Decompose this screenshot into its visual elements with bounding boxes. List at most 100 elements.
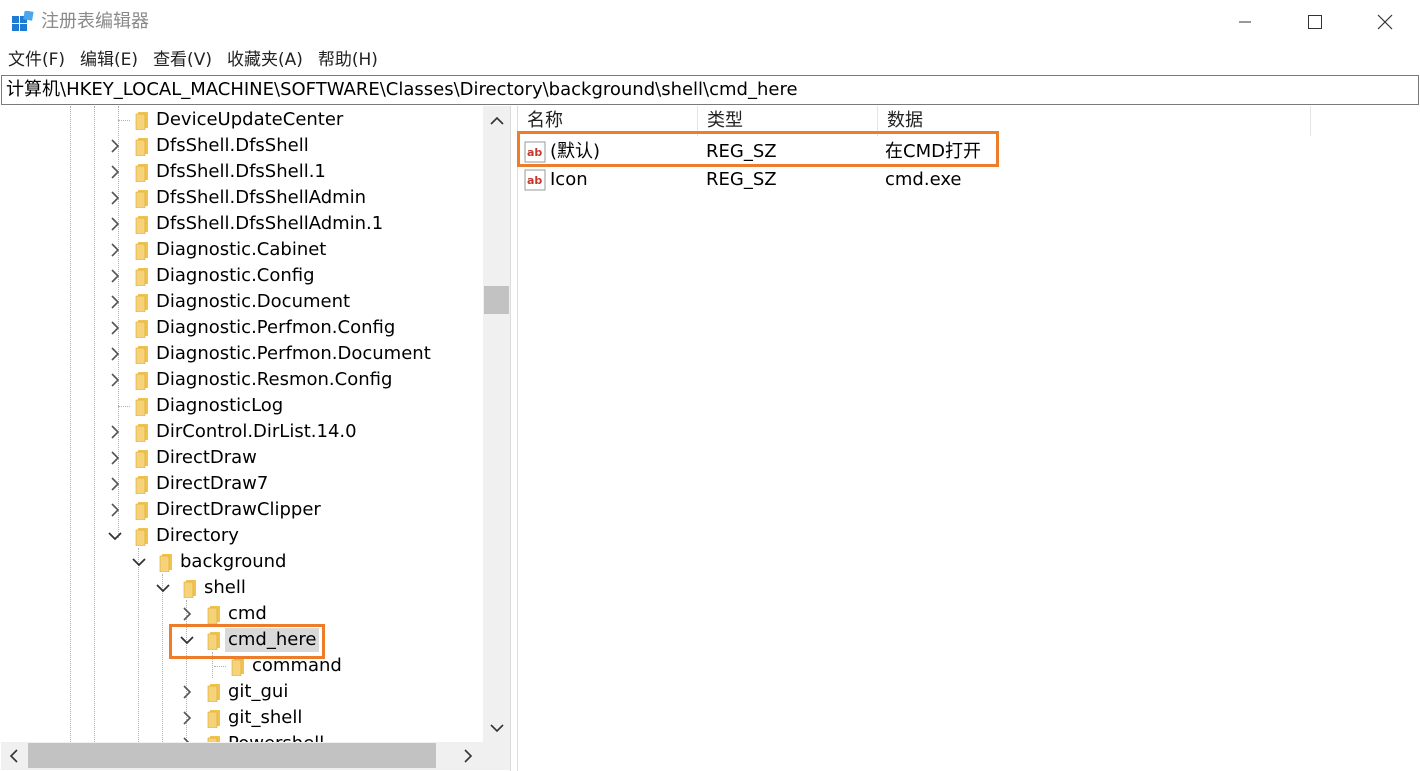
folder-icon	[135, 294, 148, 312]
value-row[interactable]: ab Icon REG_SZ cmd.exe	[518, 166, 1418, 194]
folder-icon	[135, 190, 148, 208]
folder-icon	[207, 606, 220, 624]
tree-node-label: DirControl.DirList.14.0	[156, 421, 357, 442]
scroll-down-icon[interactable]	[490, 723, 504, 733]
chevron-right-icon[interactable]	[108, 475, 122, 493]
values-panel: 名称 类型 数据 ab (默认) REG_SZ 在CMD打开 ab Icon R…	[517, 106, 1420, 771]
minimize-button[interactable]	[1210, 0, 1280, 44]
folder-icon	[135, 112, 148, 130]
tree-node-label: DfsShell.DfsShell	[156, 135, 309, 156]
chevron-right-icon[interactable]	[108, 423, 122, 441]
tree-node-label: shell	[204, 577, 246, 598]
tree-node[interactable]: background	[1, 549, 483, 575]
scroll-right-icon[interactable]	[463, 749, 473, 763]
tree-node[interactable]: Diagnostic.Config	[1, 263, 483, 289]
tree-node[interactable]: DfsShell.DfsShell	[1, 133, 483, 159]
tree-node-label: DeviceUpdateCenter	[156, 109, 344, 130]
highlight-box-tree	[169, 624, 325, 659]
tree-node[interactable]: Powershell	[1, 731, 483, 742]
folder-icon	[231, 658, 244, 676]
address-path: 计算机\HKEY_LOCAL_MACHINE\SOFTWARE\Classes\…	[6, 79, 798, 100]
folder-icon	[207, 684, 220, 702]
chevron-right-icon[interactable]	[108, 189, 122, 207]
chevron-right-icon[interactable]	[108, 449, 122, 467]
chevron-right-icon[interactable]	[108, 137, 122, 155]
folder-icon	[135, 502, 148, 520]
tree-node[interactable]: DfsShell.DfsShell.1	[1, 159, 483, 185]
tree-node[interactable]: shell	[1, 575, 483, 601]
chevron-right-icon[interactable]	[180, 709, 194, 727]
tree-node-label: Powershell	[225, 732, 327, 742]
tree-node-label: Diagnostic.Resmon.Config	[156, 369, 393, 390]
horizontal-scroll-thumb[interactable]	[28, 743, 436, 768]
folder-icon	[135, 528, 148, 546]
tree-node[interactable]: DiagnosticLog	[1, 393, 483, 419]
address-bar[interactable]: 计算机\HKEY_LOCAL_MACHINE\SOFTWARE\Classes\…	[1, 75, 1419, 105]
tree-node-label: Diagnostic.Perfmon.Document	[156, 343, 431, 364]
tree-node-label: DfsShell.DfsShellAdmin	[156, 187, 367, 208]
chevron-down-icon[interactable]	[132, 553, 146, 571]
tree-node[interactable]: Diagnostic.Perfmon.Document	[1, 341, 483, 367]
tree-node-label: DirectDraw	[156, 447, 257, 468]
chevron-right-icon[interactable]	[108, 215, 122, 233]
menu-view[interactable]: 查看(V)	[145, 46, 219, 74]
tree-node-label: git_gui	[228, 681, 289, 702]
chevron-right-icon[interactable]	[108, 319, 122, 337]
tree-node[interactable]: git_shell	[1, 705, 483, 731]
chevron-right-icon[interactable]	[108, 241, 122, 259]
folder-icon	[135, 476, 148, 494]
tree-node-label: Directory	[156, 525, 239, 546]
chevron-right-icon[interactable]	[108, 163, 122, 181]
tree-node-label: DirectDrawClipper	[156, 499, 321, 520]
folder-icon	[135, 216, 148, 234]
tree-node[interactable]: Directory	[1, 523, 483, 549]
tree-node[interactable]: Diagnostic.Cabinet	[1, 237, 483, 263]
chevron-right-icon[interactable]	[108, 371, 122, 389]
chevron-right-icon[interactable]	[108, 501, 122, 519]
folder-icon	[135, 398, 148, 416]
tree-node-label: background	[180, 551, 287, 572]
menu-file[interactable]: 文件(F)	[0, 46, 72, 74]
tree-node[interactable]: Diagnostic.Perfmon.Config	[1, 315, 483, 341]
chevron-right-icon[interactable]	[108, 267, 122, 285]
svg-text:ab: ab	[527, 174, 542, 187]
tree-node[interactable]: DfsShell.DfsShellAdmin	[1, 185, 483, 211]
chevron-down-icon[interactable]	[156, 579, 170, 597]
scroll-left-icon[interactable]	[9, 749, 19, 763]
tree-node-label: Diagnostic.Perfmon.Config	[156, 317, 396, 338]
tree-node-label: cmd	[228, 603, 267, 624]
chevron-right-icon[interactable]	[180, 605, 194, 623]
tree-node[interactable]: git_gui	[1, 679, 483, 705]
folder-icon	[135, 346, 148, 364]
vertical-scroll-thumb[interactable]	[484, 286, 509, 314]
chevron-right-icon[interactable]	[108, 345, 122, 363]
chevron-right-icon[interactable]	[108, 293, 122, 311]
maximize-button[interactable]	[1280, 0, 1350, 44]
tree-node[interactable]: DeviceUpdateCenter	[1, 107, 483, 133]
chevron-down-icon[interactable]	[108, 527, 122, 545]
chevron-right-icon[interactable]	[180, 735, 194, 742]
tree-vertical-scrollbar[interactable]	[483, 106, 510, 742]
folder-icon	[135, 320, 148, 338]
chevron-right-icon[interactable]	[180, 683, 194, 701]
tree-node[interactable]: DirectDraw	[1, 445, 483, 471]
close-button[interactable]	[1350, 0, 1420, 44]
tree-node-label: Diagnostic.Config	[156, 265, 315, 286]
folder-icon	[135, 164, 148, 182]
tree-node[interactable]: DirectDraw7	[1, 471, 483, 497]
value-type: REG_SZ	[706, 169, 777, 190]
folder-icon	[207, 710, 220, 728]
tree-connector	[214, 666, 226, 667]
scroll-up-icon[interactable]	[490, 116, 504, 126]
tree-node[interactable]: DirectDrawClipper	[1, 497, 483, 523]
tree-node[interactable]: DfsShell.DfsShellAdmin.1	[1, 211, 483, 237]
tree-node[interactable]: Diagnostic.Document	[1, 289, 483, 315]
key-tree-panel: DeviceUpdateCenter DfsShell.DfsShell DfsSh…	[1, 106, 511, 771]
menu-favorites[interactable]: 收藏夹(A)	[219, 46, 310, 74]
menu-help[interactable]: 帮助(H)	[310, 46, 385, 74]
tree-horizontal-scrollbar[interactable]	[1, 742, 483, 770]
menu-edit[interactable]: 编辑(E)	[72, 46, 145, 74]
tree-node[interactable]: DirControl.DirList.14.0	[1, 419, 483, 445]
tree-node[interactable]: Diagnostic.Resmon.Config	[1, 367, 483, 393]
tree-node-label: Diagnostic.Document	[156, 291, 351, 312]
